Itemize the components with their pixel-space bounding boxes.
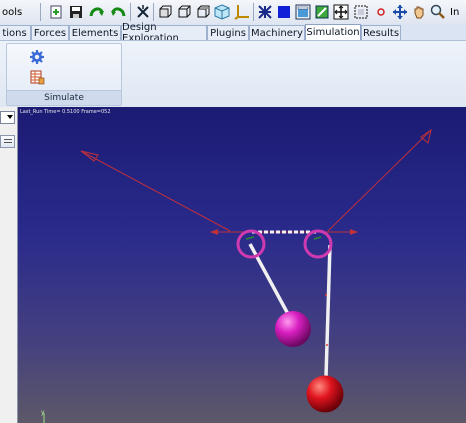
dot-icon	[377, 8, 385, 16]
grid-icon	[258, 5, 272, 19]
translate-icon	[393, 5, 407, 19]
tab-label: Elements	[71, 27, 119, 39]
axes-button[interactable]	[233, 3, 251, 21]
force-arrow-left	[80, 150, 231, 232]
pan-icon	[414, 6, 424, 19]
zoom-window-button[interactable]	[352, 3, 370, 21]
tools-menu[interactable]: ools	[2, 3, 36, 21]
toolbar-separator	[253, 3, 254, 21]
main-toolbar: ools In	[0, 0, 466, 25]
simulation-table-button[interactable]	[29, 69, 45, 85]
left-panel-dropdown[interactable]	[0, 111, 15, 124]
tab-label: Simulation	[306, 27, 360, 38]
axis-label: y	[41, 409, 45, 416]
view-iso-button[interactable]	[213, 3, 231, 21]
ball-red[interactable]	[306, 375, 344, 413]
save-icon	[70, 6, 82, 18]
force-arrow-right	[327, 128, 432, 232]
left-panel	[0, 107, 18, 423]
zoom-window-icon	[354, 5, 368, 19]
axes-icon	[234, 5, 249, 20]
table-icon	[30, 70, 45, 85]
shaded-icon	[278, 6, 290, 18]
redo-button[interactable]	[87, 3, 107, 21]
tab-label: tions	[2, 27, 27, 39]
view-top-button[interactable]	[194, 3, 212, 21]
lines-icon	[4, 139, 12, 140]
3d-viewport[interactable]: Last_Run Time= 0.5100 Frame=052 y	[18, 107, 466, 423]
zoom-icon	[430, 4, 445, 19]
view-side-icon	[178, 5, 191, 18]
view-side-button[interactable]	[175, 3, 193, 21]
tab-label: Forces	[33, 27, 67, 39]
tab-design-exploration[interactable]: Design Exploration	[121, 22, 207, 44]
tab-elements[interactable]: Elements	[69, 25, 121, 40]
toolbar-overflow-text: In	[450, 6, 460, 18]
tools-menu-label: ools	[2, 6, 23, 18]
toolbar-overflow-label[interactable]: In	[450, 3, 466, 21]
shaded-button[interactable]	[275, 3, 293, 21]
tab-label: Results	[362, 27, 400, 39]
close-button[interactable]	[134, 3, 152, 21]
dot-button[interactable]	[372, 3, 390, 21]
toolbar-separator	[153, 3, 154, 21]
ball-magenta[interactable]	[275, 311, 311, 347]
tab-options[interactable]: tions	[0, 25, 31, 40]
view-front-icon	[159, 5, 172, 18]
simulate-group: Simulate	[6, 43, 122, 106]
wireframe-button[interactable]	[294, 3, 312, 21]
simulation-settings-button[interactable]	[29, 49, 45, 65]
tab-machinery[interactable]: Machinery	[249, 25, 305, 40]
tab-simulation[interactable]: Simulation	[305, 24, 361, 40]
chevron-down-icon	[7, 115, 13, 119]
toolbar-separator	[130, 3, 131, 21]
close-x-icon	[137, 5, 149, 18]
tab-forces[interactable]: Forces	[31, 25, 69, 40]
select-button[interactable]	[313, 3, 331, 21]
ribbon-panel: Simulate	[0, 40, 466, 108]
pan-button[interactable]	[410, 3, 428, 21]
redo-icon	[89, 7, 104, 17]
view-top-icon	[197, 5, 210, 18]
new-icon	[50, 5, 62, 19]
link-marker	[326, 344, 328, 346]
view-iso-icon	[214, 4, 230, 20]
tab-plugins[interactable]: Plugins	[207, 25, 249, 40]
link-marker	[325, 294, 327, 296]
undo-button[interactable]	[108, 3, 128, 21]
toolbar-separator	[40, 3, 41, 21]
tab-label: Plugins	[210, 27, 246, 39]
select-icon	[315, 5, 329, 19]
mechanism-scene	[43, 128, 432, 423]
joint-tick	[313, 236, 322, 240]
simulate-group-label: Simulate	[7, 90, 121, 105]
undo-icon	[111, 7, 126, 17]
new-button[interactable]	[47, 3, 65, 21]
fit-button[interactable]	[332, 3, 350, 21]
translate-button[interactable]	[391, 3, 409, 21]
fit-icon	[333, 4, 349, 20]
save-button[interactable]	[67, 3, 85, 21]
ribbon-tabs: tions Forces Elements Design Exploration…	[0, 22, 466, 44]
wireframe-icon	[295, 4, 311, 20]
lines-icon-part	[4, 142, 12, 143]
gear-icon	[30, 50, 44, 64]
revolute-joint-right[interactable]	[303, 229, 333, 259]
tab-results[interactable]: Results	[361, 25, 401, 40]
joint-tick	[245, 236, 255, 240]
left-panel-button[interactable]	[0, 135, 15, 148]
zoom-button[interactable]	[429, 3, 447, 21]
pendulum-link-right	[324, 244, 332, 378]
view-front-button[interactable]	[156, 3, 174, 21]
grid-button[interactable]	[256, 3, 274, 21]
tab-label: Machinery	[251, 27, 303, 39]
